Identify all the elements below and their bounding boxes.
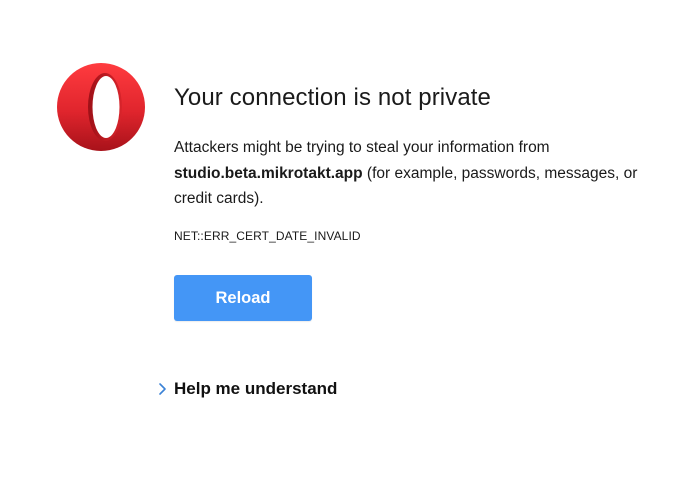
- message-prefix: Attackers might be trying to steal your …: [174, 139, 550, 156]
- help-me-understand-label: Help me understand: [174, 379, 338, 398]
- error-message: Attackers might be trying to steal your …: [174, 135, 654, 212]
- page-title: Your connection is not private: [174, 84, 491, 111]
- error-code: NET::ERR_CERT_DATE_INVALID: [174, 229, 361, 243]
- chevron-right-icon: [157, 382, 169, 396]
- site-domain: studio.beta.mikrotakt.app: [174, 164, 363, 182]
- reload-button[interactable]: Reload: [174, 275, 312, 321]
- opera-logo-icon: [56, 62, 146, 152]
- help-me-understand-link[interactable]: Help me understand: [157, 379, 337, 399]
